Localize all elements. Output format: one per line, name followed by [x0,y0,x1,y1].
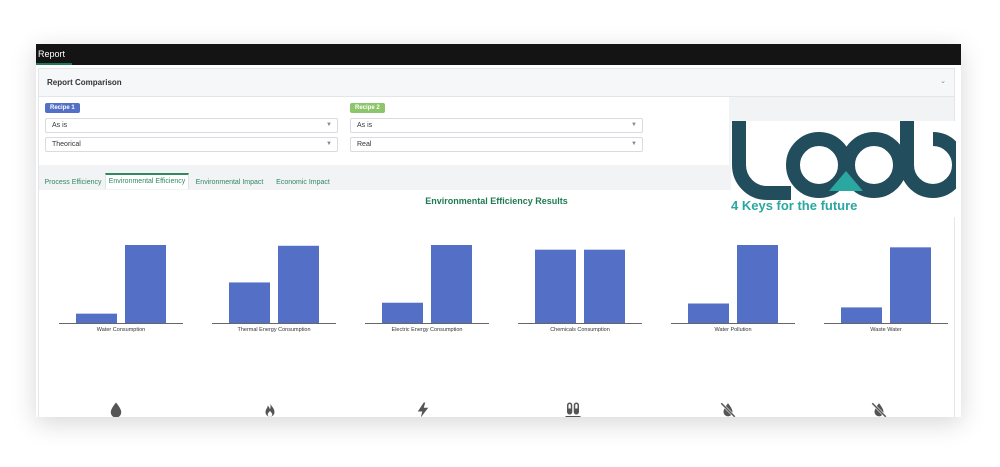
chevron-down-icon: ▼ [631,141,637,147]
recipe-selectors: Recipe 1 As is ▼ Theorical ▼ Recipe 2 As… [39,97,729,165]
logo-tagline: 4 Keys for the future [731,198,858,213]
recipe1-type-value: Theorical [52,141,81,148]
bar-2-6[interactable] [890,247,931,323]
category-label: Electric Energy Consumption [392,327,463,333]
title-bar: Report [36,44,961,65]
window-title: Report [38,49,66,59]
panel-title: Report Comparison [47,78,122,87]
waste-water-icon [871,402,887,417]
recipe1-state-select[interactable]: As is ▼ [45,118,338,133]
water-drop-icon [110,402,122,417]
category-label: Chemicals Consumption [550,327,610,333]
recipe1-state-value: As is [52,122,68,129]
bar-2-2[interactable] [278,245,319,323]
category-label: Thermal Energy Consumption [237,327,310,333]
bar-1-6[interactable] [841,307,882,323]
water-pollution-icon [720,402,736,417]
bar-2-1[interactable] [125,245,166,323]
lcab-logo: 4 Keys for the future [731,121,961,217]
lightning-icon [417,402,429,417]
bar-1-1[interactable] [76,313,117,323]
recipe2-state-value: As is [357,122,373,129]
bar-1-3[interactable] [382,302,423,323]
bar-1-4[interactable] [535,249,576,323]
bar-1-5[interactable] [688,303,729,324]
bar-1-2[interactable] [229,282,270,323]
tab-environmental-efficiency[interactable]: Environmental Efficiency [105,173,189,189]
report-comparison-panel: Report Comparison ⌄ Recipe 1 As is ▼ The… [38,68,961,417]
chevron-down-icon: ▼ [631,122,637,128]
category-label: Water Consumption [97,327,145,333]
recipe2-badge: Recipe 2 [350,103,385,113]
chevron-down-icon: ▼ [326,122,332,128]
bar-chart: Water Consumption Thermal Energy Consumpt… [59,245,948,333]
recipe2-state-select[interactable]: As is ▼ [350,118,643,133]
chevron-down-icon[interactable]: ⌄ [940,77,946,85]
flame-icon [265,402,275,417]
chart-area: Environmental Efficiency Results Water C… [39,190,954,417]
bar-2-4[interactable] [584,249,625,323]
recipe2-type-value: Real [357,141,372,148]
panel-header[interactable]: Report Comparison ⌄ [39,69,954,97]
report-window: Report Report Comparison ⌄ Recipe 1 As i… [36,44,961,417]
tab-economic-impact[interactable]: Economic Impact [270,175,336,190]
tab-environmental-impact[interactable]: Environmental Impact [192,175,267,190]
category-label: Water Pollution [714,327,751,333]
category-label: Waste Water [870,327,902,333]
bar-2-3[interactable] [431,245,472,323]
recipe2-type-select[interactable]: Real ▼ [350,137,643,152]
chevron-down-icon: ▼ [326,141,332,147]
recipe1-type-select[interactable]: Theorical ▼ [45,137,338,152]
test-tubes-icon [565,402,581,417]
recipe1-badge: Recipe 1 [45,103,80,113]
tab-process-efficiency[interactable]: Process Efficiency [41,175,105,190]
title-accent-line [36,63,72,65]
bar-2-5[interactable] [737,245,778,323]
